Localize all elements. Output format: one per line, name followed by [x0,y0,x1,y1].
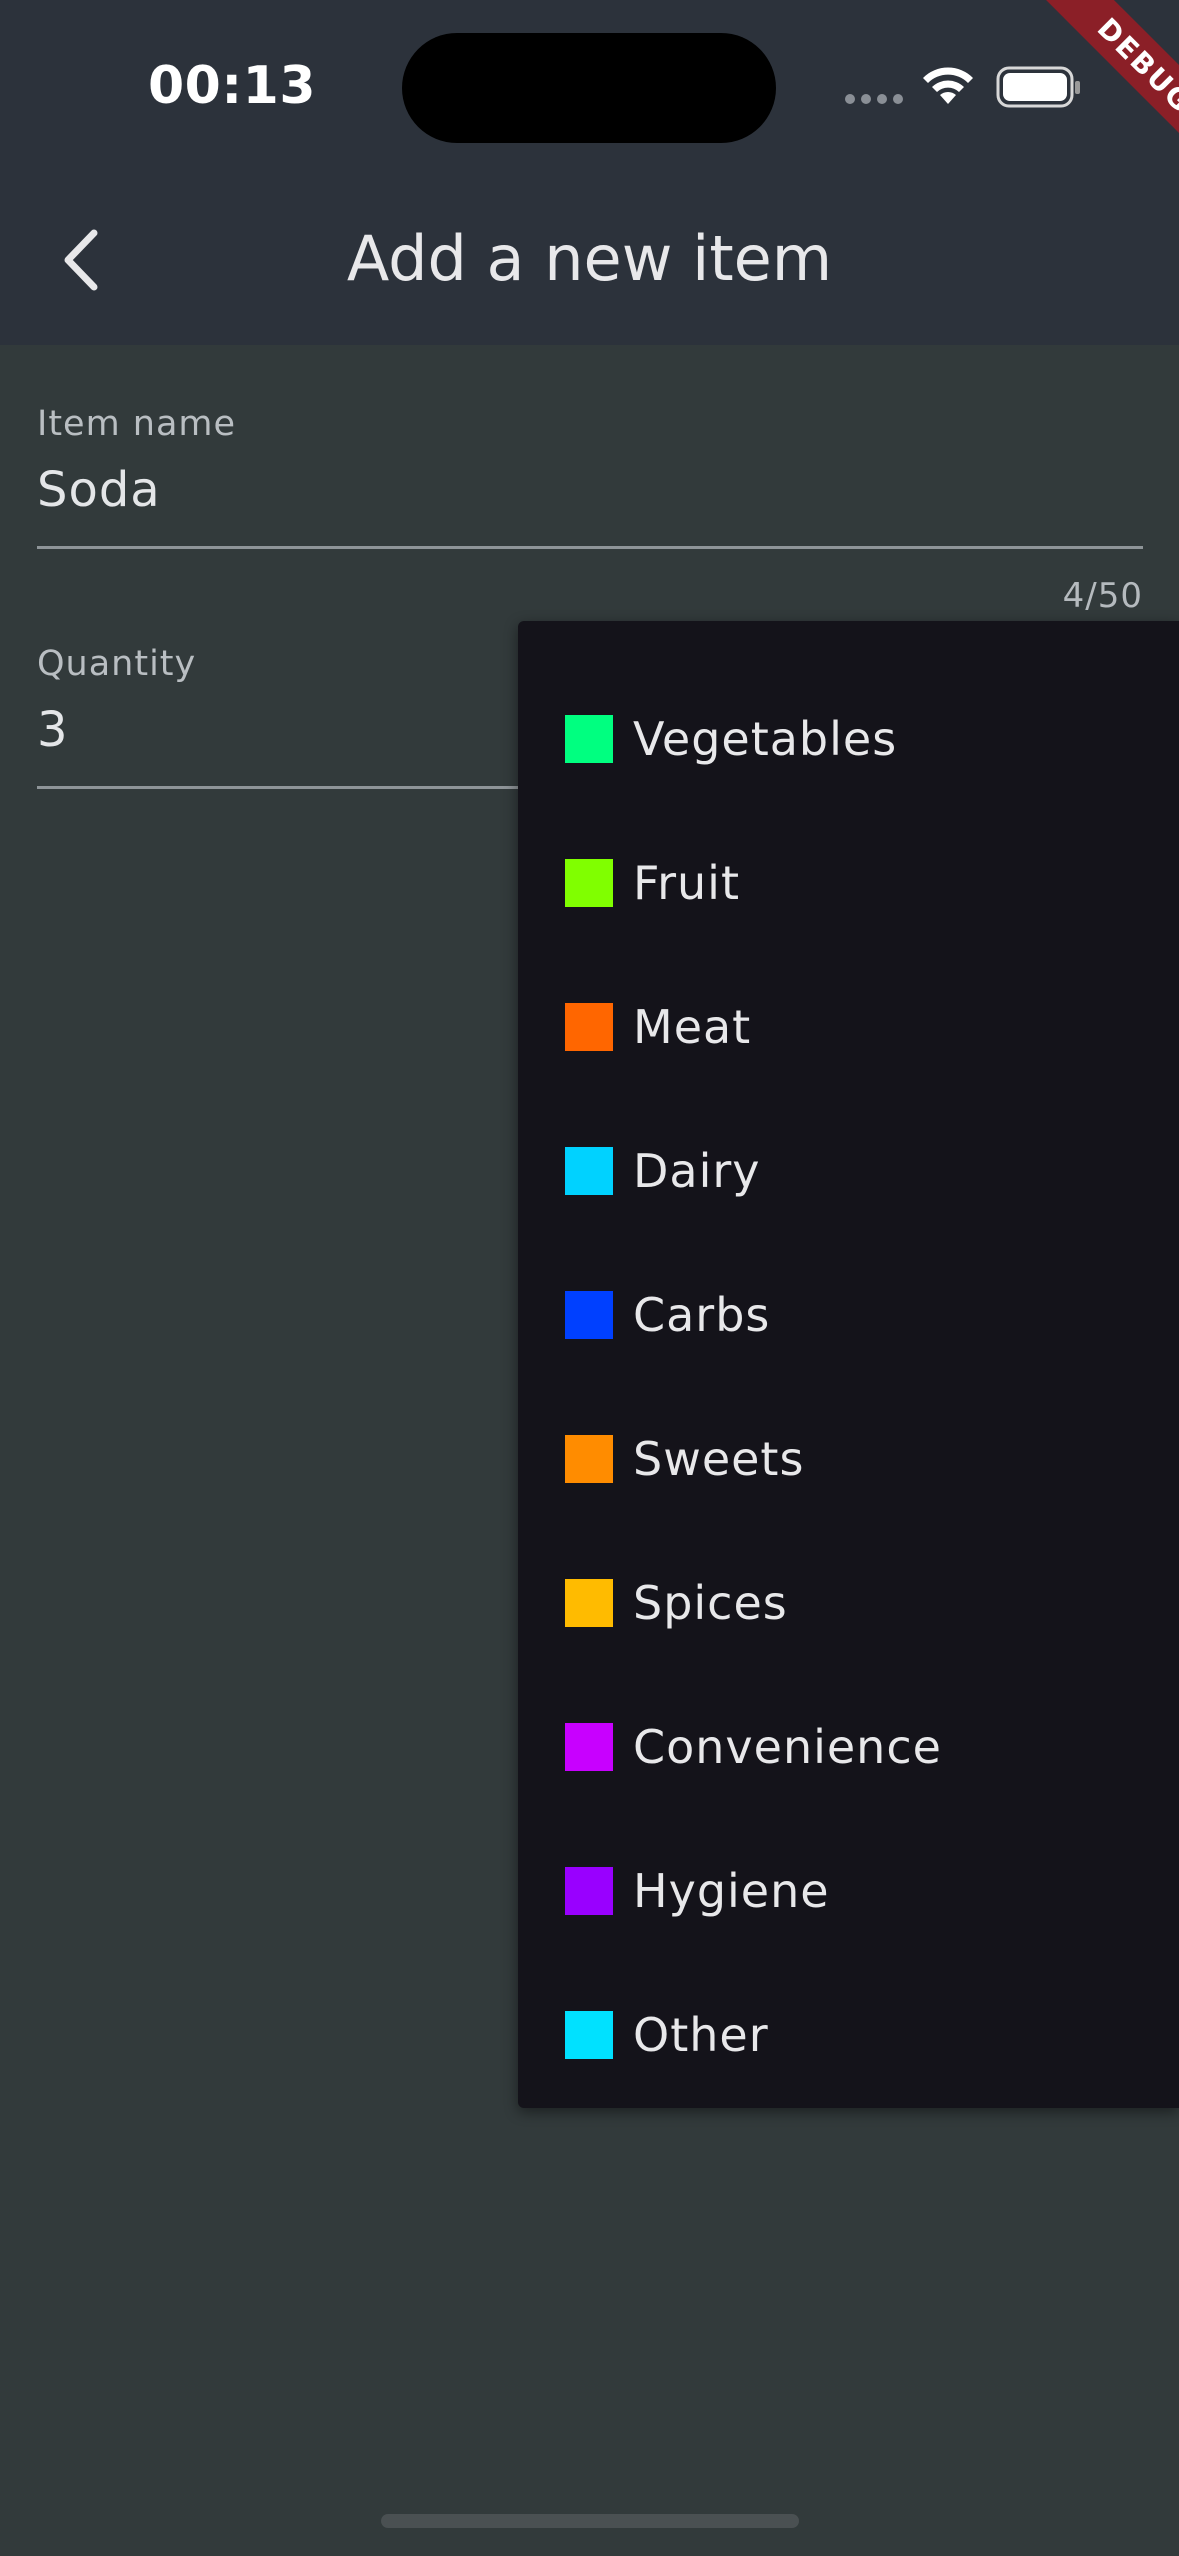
category-option-meat[interactable]: Meat [518,955,1179,1099]
category-option-label: Sweets [633,1432,805,1486]
item-name-value[interactable]: Soda [37,462,161,518]
category-option-dairy[interactable]: Dairy [518,1099,1179,1243]
page-title: Add a new item [346,222,833,295]
category-option-label: Meat [633,1000,752,1054]
category-option-spices[interactable]: Spices [518,1531,1179,1675]
category-option-vegetables[interactable]: Vegetables [518,667,1179,811]
color-swatch [565,1147,613,1195]
category-option-fruit[interactable]: Fruit [518,811,1179,955]
item-name-label: Item name [37,404,237,444]
color-swatch [565,1435,613,1483]
color-swatch [565,1723,613,1771]
debug-banner-label: DEBUG [1043,0,1179,167]
quantity-underline [37,786,537,789]
item-name-underline [37,546,1143,549]
color-swatch [565,715,613,763]
status-time: 00:13 [148,56,317,116]
category-option-other[interactable]: Other [518,1963,1179,2107]
category-option-sweets[interactable]: Sweets [518,1387,1179,1531]
wifi-icon [923,67,973,104]
category-option-label: Convenience [633,1720,942,1774]
cellular-signal-icon [845,94,903,104]
color-swatch [565,1579,613,1627]
quantity-label: Quantity [37,644,197,684]
category-option-convenience[interactable]: Convenience [518,1675,1179,1819]
app-bar: 00:13 DEBUG Add a new item [0,0,1179,345]
category-option-hygiene[interactable]: Hygiene [518,1819,1179,1963]
category-option-label: Dairy [633,1144,761,1198]
category-option-label: Carbs [633,1288,771,1342]
category-option-label: Hygiene [633,1864,830,1918]
category-option-carbs[interactable]: Carbs [518,1243,1179,1387]
color-swatch [565,859,613,907]
category-option-label: Fruit [633,856,740,910]
color-swatch [565,1291,613,1339]
item-name-counter: 4/50 [1062,576,1143,616]
debug-banner: DEBUG [1010,0,1179,169]
dynamic-island [402,33,776,143]
color-swatch [565,1867,613,1915]
category-option-label: Other [633,2008,769,2062]
category-dropdown-menu: Vegetables Fruit Meat Dairy Carbs Sweets… [518,621,1179,2108]
quantity-value[interactable]: 3 [37,702,69,758]
category-option-label: Vegetables [633,712,898,766]
category-option-label: Spices [633,1576,788,1630]
color-swatch [565,2011,613,2059]
home-indicator[interactable] [381,2514,799,2528]
color-swatch [565,1003,613,1051]
